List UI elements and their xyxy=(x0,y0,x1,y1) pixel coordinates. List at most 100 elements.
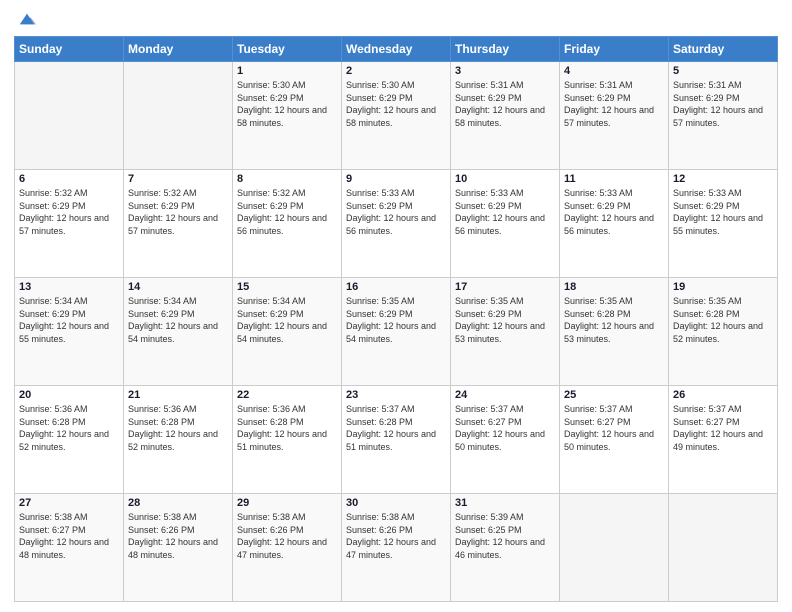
day-number: 22 xyxy=(237,389,337,401)
calendar-cell xyxy=(124,62,233,170)
day-info: Sunrise: 5:38 AM Sunset: 6:26 PM Dayligh… xyxy=(128,511,228,561)
day-info: Sunrise: 5:31 AM Sunset: 6:29 PM Dayligh… xyxy=(564,79,664,129)
day-number: 27 xyxy=(19,497,119,509)
day-number: 14 xyxy=(128,281,228,293)
day-number: 11 xyxy=(564,173,664,185)
day-info: Sunrise: 5:37 AM Sunset: 6:27 PM Dayligh… xyxy=(673,403,773,453)
day-info: Sunrise: 5:35 AM Sunset: 6:29 PM Dayligh… xyxy=(455,295,555,345)
calendar-header-thursday: Thursday xyxy=(451,37,560,62)
calendar-header-monday: Monday xyxy=(124,37,233,62)
calendar-cell: 14 Sunrise: 5:34 AM Sunset: 6:29 PM Dayli… xyxy=(124,278,233,386)
day-number: 23 xyxy=(346,389,446,401)
calendar-cell: 9 Sunrise: 5:33 AM Sunset: 6:29 PM Daylig… xyxy=(342,170,451,278)
calendar-header-row: SundayMondayTuesdayWednesdayThursdayFrid… xyxy=(15,37,778,62)
calendar-cell: 4 Sunrise: 5:31 AM Sunset: 6:29 PM Daylig… xyxy=(560,62,669,170)
day-number: 12 xyxy=(673,173,773,185)
day-info: Sunrise: 5:37 AM Sunset: 6:27 PM Dayligh… xyxy=(564,403,664,453)
calendar-cell xyxy=(560,494,669,602)
day-number: 29 xyxy=(237,497,337,509)
day-number: 15 xyxy=(237,281,337,293)
day-info: Sunrise: 5:30 AM Sunset: 6:29 PM Dayligh… xyxy=(237,79,337,129)
calendar-week-row: 27 Sunrise: 5:38 AM Sunset: 6:27 PM Dayli… xyxy=(15,494,778,602)
calendar-cell: 30 Sunrise: 5:38 AM Sunset: 6:26 PM Dayli… xyxy=(342,494,451,602)
calendar-cell: 3 Sunrise: 5:31 AM Sunset: 6:29 PM Daylig… xyxy=(451,62,560,170)
day-number: 8 xyxy=(237,173,337,185)
day-info: Sunrise: 5:34 AM Sunset: 6:29 PM Dayligh… xyxy=(19,295,119,345)
calendar-table: SundayMondayTuesdayWednesdayThursdayFrid… xyxy=(14,36,778,602)
day-number: 31 xyxy=(455,497,555,509)
day-info: Sunrise: 5:35 AM Sunset: 6:28 PM Dayligh… xyxy=(673,295,773,345)
day-info: Sunrise: 5:31 AM Sunset: 6:29 PM Dayligh… xyxy=(673,79,773,129)
calendar-cell: 7Sunrise: 5:32 AM Sunset: 6:29 PM Daylig… xyxy=(124,170,233,278)
calendar-cell: 12Sunrise: 5:33 AM Sunset: 6:29 PM Dayli… xyxy=(669,170,778,278)
day-number: 20 xyxy=(19,389,119,401)
day-number: 3 xyxy=(455,65,555,77)
calendar-cell: 31 Sunrise: 5:39 AM Sunset: 6:25 PM Dayli… xyxy=(451,494,560,602)
calendar-week-row: 1 Sunrise: 5:30 AM Sunset: 6:29 PM Daylig… xyxy=(15,62,778,170)
day-number: 5 xyxy=(673,65,773,77)
day-info: Sunrise: 5:33 AM Sunset: 6:29 PM Dayligh… xyxy=(564,187,664,237)
day-number: 28 xyxy=(128,497,228,509)
day-number: 1 xyxy=(237,65,337,77)
day-info: Sunrise: 5:31 AM Sunset: 6:29 PM Dayligh… xyxy=(455,79,555,129)
day-number: 17 xyxy=(455,281,555,293)
calendar-cell: 22 Sunrise: 5:36 AM Sunset: 6:28 PM Dayli… xyxy=(233,386,342,494)
calendar-cell: 16 Sunrise: 5:35 AM Sunset: 6:29 PM Dayli… xyxy=(342,278,451,386)
calendar-cell: 20 Sunrise: 5:36 AM Sunset: 6:28 PM Dayli… xyxy=(15,386,124,494)
day-number: 6 xyxy=(19,173,119,185)
header xyxy=(14,10,778,28)
day-number: 26 xyxy=(673,389,773,401)
day-info: Sunrise: 5:35 AM Sunset: 6:28 PM Dayligh… xyxy=(564,295,664,345)
day-number: 21 xyxy=(128,389,228,401)
day-info: Sunrise: 5:34 AM Sunset: 6:29 PM Dayligh… xyxy=(237,295,337,345)
day-number: 13 xyxy=(19,281,119,293)
calendar-header-friday: Friday xyxy=(560,37,669,62)
page: SundayMondayTuesdayWednesdayThursdayFrid… xyxy=(0,0,792,612)
day-info: Sunrise: 5:30 AM Sunset: 6:29 PM Dayligh… xyxy=(346,79,446,129)
calendar-cell: 27 Sunrise: 5:38 AM Sunset: 6:27 PM Dayli… xyxy=(15,494,124,602)
calendar-cell: 1 Sunrise: 5:30 AM Sunset: 6:29 PM Daylig… xyxy=(233,62,342,170)
day-number: 30 xyxy=(346,497,446,509)
day-number: 9 xyxy=(346,173,446,185)
calendar-cell: 13 Sunrise: 5:34 AM Sunset: 6:29 PM Dayli… xyxy=(15,278,124,386)
day-number: 4 xyxy=(564,65,664,77)
day-number: 10 xyxy=(455,173,555,185)
day-info: Sunrise: 5:36 AM Sunset: 6:28 PM Dayligh… xyxy=(237,403,337,453)
calendar-header-sunday: Sunday xyxy=(15,37,124,62)
day-info: Sunrise: 5:33 AM Sunset: 6:29 PM Dayligh… xyxy=(346,187,446,237)
day-info: Sunrise: 5:32 AM Sunset: 6:29 PM Dayligh… xyxy=(19,187,119,237)
day-info: Sunrise: 5:36 AM Sunset: 6:28 PM Dayligh… xyxy=(128,403,228,453)
day-info: Sunrise: 5:38 AM Sunset: 6:26 PM Dayligh… xyxy=(346,511,446,561)
calendar-cell: 5 Sunrise: 5:31 AM Sunset: 6:29 PM Daylig… xyxy=(669,62,778,170)
calendar-cell: 15 Sunrise: 5:34 AM Sunset: 6:29 PM Dayli… xyxy=(233,278,342,386)
calendar-cell: 24Sunrise: 5:37 AM Sunset: 6:27 PM Dayli… xyxy=(451,386,560,494)
calendar-cell: 25 Sunrise: 5:37 AM Sunset: 6:27 PM Dayli… xyxy=(560,386,669,494)
calendar-header-tuesday: Tuesday xyxy=(233,37,342,62)
logo xyxy=(14,10,36,28)
day-number: 25 xyxy=(564,389,664,401)
day-info: Sunrise: 5:36 AM Sunset: 6:28 PM Dayligh… xyxy=(19,403,119,453)
calendar-cell: 21 Sunrise: 5:36 AM Sunset: 6:28 PM Dayli… xyxy=(124,386,233,494)
calendar-week-row: 13 Sunrise: 5:34 AM Sunset: 6:29 PM Dayli… xyxy=(15,278,778,386)
day-info: Sunrise: 5:38 AM Sunset: 6:26 PM Dayligh… xyxy=(237,511,337,561)
day-number: 7 xyxy=(128,173,228,185)
day-info: Sunrise: 5:38 AM Sunset: 6:27 PM Dayligh… xyxy=(19,511,119,561)
day-info: Sunrise: 5:32 AM Sunset: 6:29 PM Dayligh… xyxy=(237,187,337,237)
day-number: 19 xyxy=(673,281,773,293)
calendar-header-saturday: Saturday xyxy=(669,37,778,62)
day-info: Sunrise: 5:37 AM Sunset: 6:28 PM Dayligh… xyxy=(346,403,446,453)
day-number: 16 xyxy=(346,281,446,293)
day-info: Sunrise: 5:35 AM Sunset: 6:29 PM Dayligh… xyxy=(346,295,446,345)
calendar-cell: 19 Sunrise: 5:35 AM Sunset: 6:28 PM Dayli… xyxy=(669,278,778,386)
calendar-cell: 29 Sunrise: 5:38 AM Sunset: 6:26 PM Dayli… xyxy=(233,494,342,602)
calendar-cell: 17 Sunrise: 5:35 AM Sunset: 6:29 PM Dayli… xyxy=(451,278,560,386)
day-info: Sunrise: 5:33 AM Sunset: 6:29 PM Dayligh… xyxy=(455,187,555,237)
calendar-cell: 23 Sunrise: 5:37 AM Sunset: 6:28 PM Dayli… xyxy=(342,386,451,494)
day-info: Sunrise: 5:39 AM Sunset: 6:25 PM Dayligh… xyxy=(455,511,555,561)
day-info: Sunrise: 5:34 AM Sunset: 6:29 PM Dayligh… xyxy=(128,295,228,345)
day-number: 24 xyxy=(455,389,555,401)
calendar-cell xyxy=(15,62,124,170)
calendar-cell xyxy=(669,494,778,602)
calendar-header-wednesday: Wednesday xyxy=(342,37,451,62)
calendar-cell: 26 Sunrise: 5:37 AM Sunset: 6:27 PM Dayli… xyxy=(669,386,778,494)
